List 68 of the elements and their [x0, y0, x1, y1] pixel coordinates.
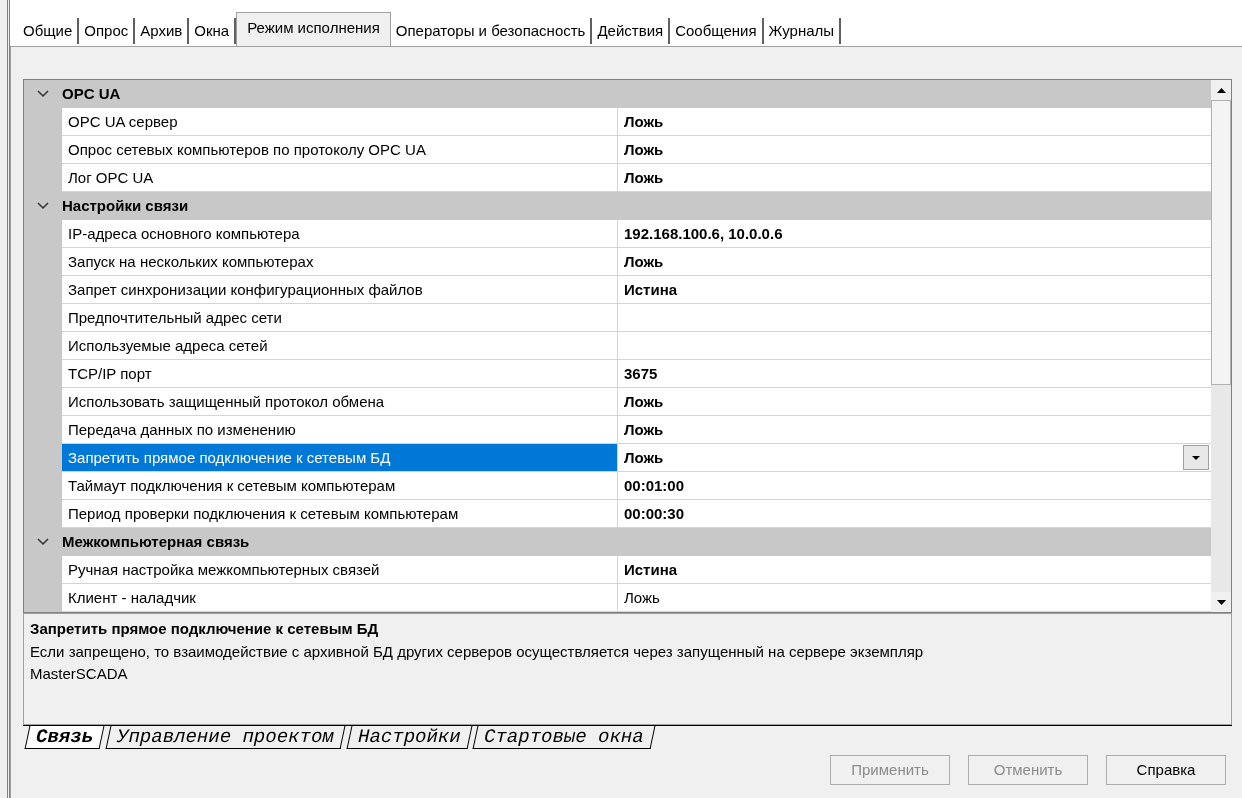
- property-value: 00:01:00: [623, 476, 686, 496]
- value-cell[interactable]: Ложь: [618, 416, 1211, 444]
- property-name[interactable]: Таймаут подключения к сетевым компьютерам: [62, 472, 618, 500]
- value-cell[interactable]: Ложь: [618, 248, 1211, 276]
- group-title: Настройки связи: [62, 195, 189, 216]
- property-name[interactable]: Запретить прямое подключение к сетевым БД: [62, 444, 618, 472]
- property-name[interactable]: OPC UA сервер: [62, 108, 618, 136]
- property-value: Ложь: [623, 588, 661, 608]
- chevron-icon[interactable]: [37, 538, 49, 546]
- property-name[interactable]: TCP/IP порт: [62, 360, 618, 388]
- group-title: Межкомпьютерная связь: [62, 531, 250, 552]
- chevron-icon[interactable]: [37, 90, 49, 98]
- value-cell[interactable]: Ложь: [618, 584, 1211, 612]
- value-cell[interactable]: 00:00:30: [618, 500, 1211, 528]
- scrollbar[interactable]: [1211, 80, 1231, 612]
- property-name[interactable]: Лог OPC UA: [62, 164, 618, 192]
- dropdown-button[interactable]: [1183, 445, 1209, 470]
- scroll-up-button[interactable]: [1211, 80, 1231, 100]
- property-value: 00:00:30: [623, 504, 686, 524]
- property-name[interactable]: Опрос сетевых компьютеров по протоколу OPC UA: [62, 136, 618, 164]
- property-value: 3675: [623, 364, 659, 384]
- property-value: Ложь: [623, 168, 665, 188]
- chevron-icon[interactable]: [37, 202, 49, 210]
- property-name[interactable]: Используемые адреса сетей: [62, 332, 618, 360]
- property-value: Ложь: [623, 448, 665, 468]
- property-value: Истина: [623, 280, 679, 300]
- value-cell[interactable]: Ложь: [618, 108, 1211, 136]
- description-title: Запретить прямое подключение к сетевым БД: [30, 619, 380, 639]
- property-name[interactable]: Запуск на нескольких компьютерах: [62, 248, 618, 276]
- value-cell[interactable]: [618, 304, 1211, 332]
- property-name[interactable]: Период проверки подключения к сетевым компьютерам: [62, 500, 618, 528]
- sheet-tab[interactable]: Стартовые окна: [472, 726, 656, 749]
- property-name[interactable]: Предпочтительный адрес сети: [62, 304, 618, 332]
- group-title: OPC UA: [62, 83, 121, 104]
- up-arrow-icon: [1216, 87, 1226, 93]
- value-cell[interactable]: Истина: [618, 276, 1211, 304]
- value-cell[interactable]: [618, 332, 1211, 360]
- value-cell[interactable]: 3675: [618, 360, 1211, 388]
- sheet-tab[interactable]: Связь: [24, 726, 105, 749]
- property-name[interactable]: Использовать защищенный протокол обмена: [62, 388, 618, 416]
- value-cell[interactable]: Ложь: [618, 444, 1211, 472]
- caret-icon: [1192, 455, 1200, 460]
- property-value: Истина: [623, 560, 679, 580]
- value-cell[interactable]: Ложь: [618, 136, 1211, 164]
- value-cell[interactable]: Ложь: [618, 388, 1211, 416]
- property-value: Ложь: [623, 140, 665, 160]
- value-cell[interactable]: 00:01:00: [618, 472, 1211, 500]
- scroll-thumb[interactable]: [1211, 100, 1231, 385]
- property-name[interactable]: Передача данных по изменению: [62, 416, 618, 444]
- down-arrow-icon: [1216, 599, 1226, 605]
- property-name[interactable]: Запрет синхронизации конфигурационных файлов: [62, 276, 618, 304]
- description-text: Если запрещено, то взаимодействие с архивной БД других серверов осуществляется через запущенный на сервере экземпляр MasterSCADA: [30, 641, 925, 684]
- property-value: Ложь: [623, 420, 665, 440]
- value-cell[interactable]: Истина: [618, 556, 1211, 584]
- property-value: Ложь: [623, 252, 665, 272]
- property-value: Ложь: [623, 112, 665, 132]
- property-name[interactable]: IP-адреса основного компьютера: [62, 220, 618, 248]
- value-cell[interactable]: 192.168.100.6, 10.0.0.6: [618, 220, 1211, 248]
- dialog-button[interactable]: Справка: [1106, 755, 1226, 785]
- sheet-tab[interactable]: Настройки: [346, 726, 472, 749]
- property-value: Ложь: [623, 392, 665, 412]
- property-name[interactable]: Ручная настройка межкомпьютерных связей: [62, 556, 618, 584]
- sheet-tab[interactable]: Управление проектом: [105, 726, 346, 749]
- value-cell[interactable]: Ложь: [618, 164, 1211, 192]
- property-name[interactable]: Клиент - наладчик: [62, 584, 618, 612]
- scroll-down-button[interactable]: [1211, 592, 1231, 612]
- tab[interactable]: Режим исполнения: [236, 12, 391, 46]
- property-value: 192.168.100.6, 10.0.0.6: [623, 224, 784, 244]
